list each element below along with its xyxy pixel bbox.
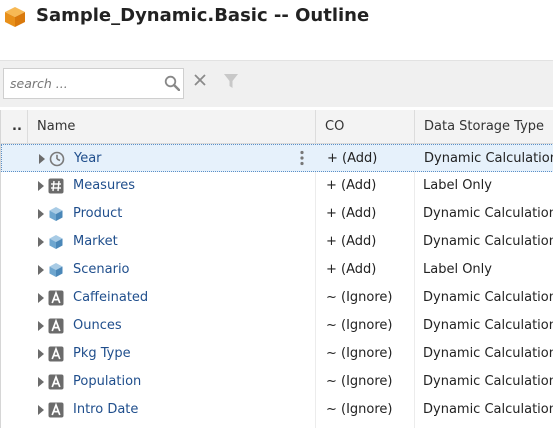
attribute-icon — [48, 402, 64, 418]
data-storage-type-cell: Dynamic Calculation — [424, 151, 553, 166]
data-storage-type-cell: Dynamic Calculation — [423, 206, 553, 221]
outline-grid: .. Name CO Data Storage Type Year + (Add)… — [0, 110, 553, 428]
expand-triangle-icon[interactable] — [38, 405, 44, 415]
consolidation-operator-cell: ~ (Ignore) — [326, 346, 393, 361]
toolbar — [0, 60, 553, 107]
data-storage-type-cell: Dynamic Calculation — [423, 318, 553, 333]
member-name[interactable]: Market — [73, 228, 293, 256]
table-row[interactable]: Ounces ~ (Ignore) Dynamic Calculation — [1, 312, 553, 340]
more-actions-icon[interactable] — [300, 150, 304, 166]
data-storage-type-cell: Dynamic Calculation — [423, 402, 553, 417]
attribute-icon — [48, 374, 64, 390]
table-row[interactable]: Intro Date ~ (Ignore) Dynamic Calculation — [1, 396, 553, 424]
consolidation-operator-cell: + (Add) — [327, 151, 378, 166]
column-header-name[interactable]: Name — [27, 110, 315, 144]
filter-icon[interactable] — [223, 73, 239, 89]
expand-triangle-icon[interactable] — [38, 237, 44, 247]
table-row[interactable]: Year + (Add) Dynamic Calculation — [1, 144, 553, 172]
clear-icon[interactable] — [193, 73, 207, 87]
consolidation-operator-cell: + (Add) — [326, 262, 377, 277]
member-name[interactable]: Measures — [73, 172, 293, 200]
table-row[interactable]: Market + (Add) Dynamic Calculation — [1, 228, 553, 256]
expand-triangle-icon[interactable] — [38, 181, 44, 191]
consolidation-operator-cell: ~ (Ignore) — [326, 402, 393, 417]
consolidation-operator-cell: + (Add) — [326, 178, 377, 193]
clock-icon — [49, 151, 65, 167]
member-name[interactable]: Product — [73, 200, 293, 228]
table-row[interactable]: Pkg Type ~ (Ignore) Dynamic Calculation — [1, 340, 553, 368]
data-storage-type-cell: Label Only — [423, 262, 492, 277]
expand-triangle-icon[interactable] — [38, 377, 44, 387]
consolidation-operator-cell: ~ (Ignore) — [326, 374, 393, 389]
consolidation-operator-cell: ~ (Ignore) — [326, 290, 393, 305]
consolidation-operator-cell: + (Add) — [326, 234, 377, 249]
cube-icon — [5, 7, 25, 27]
member-name[interactable]: Pkg Type — [73, 340, 293, 368]
search-input[interactable] — [4, 69, 154, 98]
expand-triangle-icon[interactable] — [38, 349, 44, 359]
column-header-expand[interactable]: .. — [1, 110, 27, 144]
expand-triangle-icon[interactable] — [38, 321, 44, 331]
cube-dimension-icon — [49, 207, 63, 221]
hash-icon — [48, 178, 64, 194]
attribute-icon — [48, 290, 64, 306]
attribute-icon — [48, 318, 64, 334]
member-name[interactable]: Scenario — [73, 256, 293, 284]
data-storage-type-cell: Label Only — [423, 178, 492, 193]
member-name[interactable]: Ounces — [73, 312, 293, 340]
data-storage-type-cell: Dynamic Calculation — [423, 290, 553, 305]
cube-dimension-icon — [49, 263, 63, 277]
consolidation-operator-cell: + (Add) — [326, 206, 377, 221]
table-row[interactable]: Caffeinated ~ (Ignore) Dynamic Calculation — [1, 284, 553, 312]
table-row[interactable]: Product + (Add) Dynamic Calculation — [1, 200, 553, 228]
table-row[interactable]: Population ~ (Ignore) Dynamic Calculation — [1, 368, 553, 396]
member-name[interactable]: Year — [74, 145, 294, 173]
attribute-icon — [48, 346, 64, 362]
table-row[interactable]: Measures + (Add) Label Only — [1, 172, 553, 200]
consolidation-operator-cell: ~ (Ignore) — [326, 318, 393, 333]
cube-dimension-icon — [49, 235, 63, 249]
title-bar: Sample_Dynamic.Basic -- Outline — [0, 0, 553, 36]
search-icon[interactable] — [164, 75, 180, 91]
data-storage-type-cell: Dynamic Calculation — [423, 234, 553, 249]
column-header-co[interactable]: CO — [315, 110, 414, 144]
expand-triangle-icon[interactable] — [38, 209, 44, 219]
member-name[interactable]: Caffeinated — [73, 284, 293, 312]
search-box — [3, 68, 184, 99]
grid-header: .. Name CO Data Storage Type — [1, 110, 553, 144]
expand-triangle-icon[interactable] — [39, 154, 45, 164]
expand-triangle-icon[interactable] — [38, 293, 44, 303]
data-storage-type-cell: Dynamic Calculation — [423, 374, 553, 389]
member-name[interactable]: Population — [73, 368, 293, 396]
table-row[interactable]: Scenario + (Add) Label Only — [1, 256, 553, 284]
page-title: Sample_Dynamic.Basic -- Outline — [36, 5, 370, 26]
data-storage-type-cell: Dynamic Calculation — [423, 346, 553, 361]
expand-triangle-icon[interactable] — [38, 265, 44, 275]
member-name[interactable]: Intro Date — [73, 396, 293, 424]
column-header-data-storage-type[interactable]: Data Storage Type — [414, 110, 553, 144]
